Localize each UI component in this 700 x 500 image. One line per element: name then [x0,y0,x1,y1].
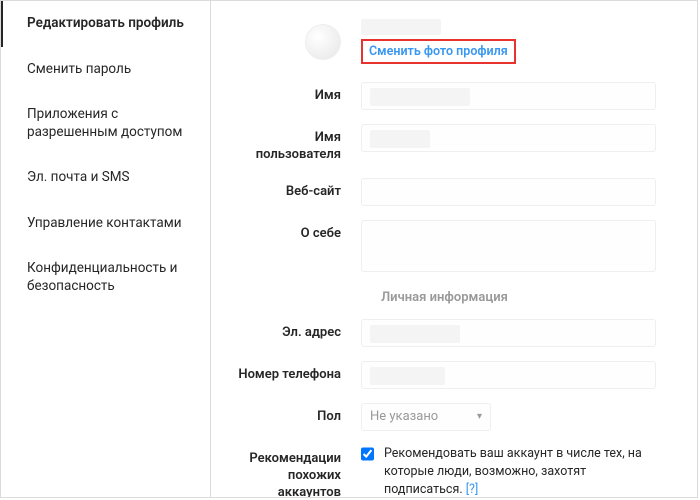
sidebar-item-email-sms[interactable]: Эл. почта и SMS [1,155,210,201]
username-input[interactable] [361,124,656,152]
avatar[interactable] [305,24,341,60]
personal-info-heading: Личная информация [381,290,667,305]
sidebar-item-manage-contacts[interactable]: Управление контактами [1,201,210,247]
recommend-checkbox[interactable] [361,447,374,461]
gender-label: Пол [231,403,361,426]
email-label: Эл. адрес [231,319,361,342]
sidebar-item-change-password[interactable]: Сменить пароль [1,47,210,93]
gender-selected-value: Не указано [370,409,438,424]
settings-container: Редактировать профиль Сменить пароль При… [0,0,698,498]
name-input[interactable] [361,82,656,110]
bio-label: О себе [231,220,361,243]
recommend-help-link[interactable]: [?] [466,482,479,497]
username-display [361,19,441,35]
phone-label: Номер телефона [231,361,361,384]
recommend-label: Рекомендации похожих аккаунтов [231,445,361,497]
gender-select[interactable]: Не указано ▾ [361,403,491,431]
change-photo-link[interactable]: Сменить фото профиля [361,39,516,64]
sidebar-item-privacy-security[interactable]: Конфиденциальность и безопасность [1,246,210,309]
sidebar: Редактировать профиль Сменить пароль При… [1,1,211,497]
main-panel: Сменить фото профиля Имя Имя пользовател… [211,1,697,497]
name-label: Имя [231,82,361,105]
website-input[interactable] [361,178,656,206]
bio-textarea[interactable] [361,220,656,272]
sidebar-item-authorized-apps[interactable]: Приложения с разрешенным доступом [1,92,210,155]
username-label: Имя пользователя [231,124,361,164]
chevron-down-icon: ▾ [477,411,482,422]
sidebar-item-edit-profile[interactable]: Редактировать профиль [1,1,210,47]
phone-input[interactable] [361,361,656,389]
recommend-text: Рекомендовать ваш аккаунт в числе тех, н… [384,445,667,497]
email-input[interactable] [361,319,656,347]
website-label: Веб-сайт [231,178,361,201]
